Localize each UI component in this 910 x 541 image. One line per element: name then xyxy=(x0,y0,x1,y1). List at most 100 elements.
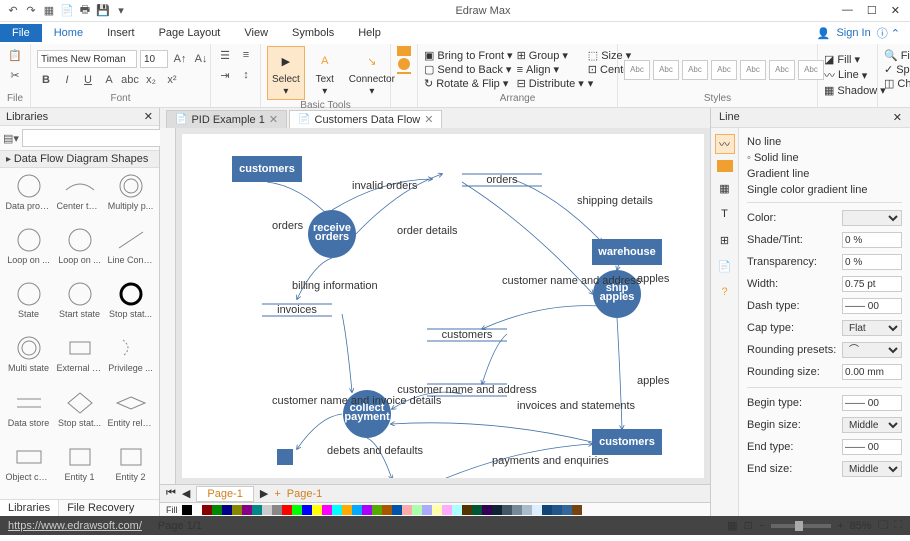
align-icon[interactable]: ≡ xyxy=(237,46,255,64)
bold-button[interactable]: B xyxy=(37,71,55,89)
page-nav-prev-icon[interactable]: ◀ xyxy=(182,487,190,500)
fill-button[interactable]: ◪ Fill ▾ xyxy=(824,53,886,66)
fit-icon[interactable]: ⊡ xyxy=(744,519,753,532)
shade-input[interactable] xyxy=(842,232,902,248)
color-swatch[interactable] xyxy=(452,505,462,515)
end-size-select[interactable]: Middle xyxy=(842,461,902,477)
color-swatch[interactable] xyxy=(322,505,332,515)
color-swatch[interactable] xyxy=(552,505,562,515)
shape-stencil[interactable]: Object cal... xyxy=(4,443,53,495)
font-color-button[interactable]: A xyxy=(100,71,118,89)
color-swatch[interactable] xyxy=(502,505,512,515)
clipboard-icon[interactable]: ✂ xyxy=(6,66,24,84)
minimize-button[interactable]: — xyxy=(842,4,853,17)
dash-input[interactable] xyxy=(842,298,902,314)
sign-in-link[interactable]: Sign In xyxy=(836,27,870,39)
file-recovery-tab[interactable]: File Recovery xyxy=(59,500,142,516)
shape-stencil[interactable]: Stop stat... xyxy=(106,280,155,332)
style-preset[interactable]: Abc xyxy=(682,60,708,80)
color-swatch[interactable] xyxy=(192,505,202,515)
close-button[interactable]: ✕ xyxy=(891,4,900,17)
tab-insert[interactable]: Insert xyxy=(95,24,147,42)
page-tab[interactable]: Page-1 xyxy=(196,486,253,502)
close-tab-icon[interactable]: ✕ xyxy=(269,113,278,126)
ribbon-collapse-icon[interactable]: ⓘ ⌃ xyxy=(877,25,900,41)
color-swatch[interactable] xyxy=(352,505,362,515)
style-preset[interactable]: Abc xyxy=(711,60,737,80)
color-swatch[interactable] xyxy=(542,505,552,515)
shape-stencil[interactable]: Line Conn... xyxy=(106,226,155,278)
shape-stencil[interactable]: Stop stat... xyxy=(55,389,104,441)
view-icon[interactable]: ▦ xyxy=(727,519,737,532)
color-swatch[interactable] xyxy=(562,505,572,515)
fullscreen-icon[interactable]: ⛶ xyxy=(894,519,902,532)
transparency-input[interactable] xyxy=(842,254,902,270)
color-swatch[interactable] xyxy=(212,505,222,515)
style-preset[interactable]: Abc xyxy=(624,60,650,80)
distribute-button[interactable]: ⊟ Distribute ▾ xyxy=(517,77,584,90)
underline-button[interactable]: U xyxy=(79,71,97,89)
color-swatch[interactable] xyxy=(572,505,582,515)
style-preset[interactable]: Abc xyxy=(769,60,795,80)
line-panel-icon[interactable]: 〰 xyxy=(715,134,735,154)
shape-circle-icon[interactable] xyxy=(398,58,410,70)
end-type-input[interactable] xyxy=(842,439,902,455)
canvas[interactable]: customerswarehousecustomersreceiveorders… xyxy=(182,134,704,478)
fill-panel-icon[interactable] xyxy=(717,160,733,172)
change-shape-button[interactable]: ◫ Change Shape ▾ xyxy=(884,77,910,90)
shadow-button[interactable]: ▦ Shadow ▾ xyxy=(824,84,886,97)
single-gradient-option[interactable]: Single color gradient line xyxy=(747,182,902,198)
superscript-button[interactable]: x² xyxy=(163,71,181,89)
shape-stencil[interactable]: Data store xyxy=(4,389,53,441)
shape-line-icon[interactable] xyxy=(397,72,411,74)
shape-stencil[interactable]: Privilege ... xyxy=(106,334,155,386)
indent-icon[interactable]: ⇥ xyxy=(216,66,234,84)
undo-icon[interactable]: ↶ xyxy=(6,4,20,18)
spacing-icon[interactable]: ↕ xyxy=(237,66,255,84)
paste-icon[interactable]: 📋 xyxy=(6,46,24,64)
color-swatch[interactable] xyxy=(182,505,192,515)
spelling-button[interactable]: ✓ Spelling Check xyxy=(884,63,910,76)
shape-stencil[interactable]: Entity rela... xyxy=(106,389,155,441)
shape-stencil[interactable]: Multiply p... xyxy=(106,172,155,224)
panel-close-icon[interactable]: ✕ xyxy=(893,111,902,124)
shape-stencil[interactable]: Loop on ... xyxy=(55,226,104,278)
doc-tab[interactable]: 📄 PID Example 1 ✕ xyxy=(166,110,287,128)
shape-stencil[interactable]: Center to ... xyxy=(55,172,104,224)
cap-select[interactable]: Flat xyxy=(842,320,902,336)
print-icon[interactable]: 🖶 xyxy=(78,4,92,18)
color-swatch[interactable] xyxy=(402,505,412,515)
qat-dropdown-icon[interactable]: ▾ xyxy=(114,4,128,18)
solid-line-option[interactable]: ◦ Solid line xyxy=(747,150,902,166)
font-family-select[interactable] xyxy=(37,50,137,68)
shape-stencil[interactable]: Entity 2 xyxy=(106,443,155,495)
shape-category[interactable]: ▸ Data Flow Diagram Shapes xyxy=(0,151,159,168)
line-button[interactable]: 〰 Line ▾ xyxy=(824,67,886,83)
find-replace-button[interactable]: 🔍 Find & Replace xyxy=(884,49,910,62)
zoom-out-icon[interactable]: − xyxy=(759,520,765,532)
rounding-size-input[interactable] xyxy=(842,364,902,380)
page-nav-first-icon[interactable]: ⏮ xyxy=(166,487,176,500)
color-swatch[interactable] xyxy=(492,505,502,515)
status-url[interactable]: https://www.edrawsoft.com/ xyxy=(8,520,142,532)
new-icon[interactable]: 📄 xyxy=(60,4,74,18)
library-menu-icon[interactable]: ▤▾ xyxy=(3,129,19,147)
shape-stencil[interactable]: Data proc... xyxy=(4,172,53,224)
begin-size-select[interactable]: Middle xyxy=(842,417,902,433)
help-panel-icon[interactable]: ? xyxy=(715,282,735,302)
color-swatch[interactable] xyxy=(232,505,242,515)
color-swatch[interactable] xyxy=(262,505,272,515)
subscript-button[interactable]: x₂ xyxy=(142,71,160,89)
file-menu[interactable]: File xyxy=(0,24,42,42)
grid-icon[interactable]: ▦ xyxy=(42,4,56,18)
doc-tab[interactable]: 📄 Customers Data Flow ✕ xyxy=(289,110,442,128)
tab-page-layout[interactable]: Page Layout xyxy=(147,24,233,42)
page-panel-icon[interactable]: 📄 xyxy=(715,256,735,276)
add-page-icon[interactable]: + xyxy=(274,488,280,500)
no-line-option[interactable]: No line xyxy=(747,134,902,150)
color-swatch[interactable] xyxy=(472,505,482,515)
libraries-tab[interactable]: Libraries xyxy=(0,500,59,516)
color-select[interactable] xyxy=(842,210,902,226)
color-swatch[interactable] xyxy=(312,505,322,515)
page-nav-next-icon[interactable]: ▶ xyxy=(260,487,268,500)
